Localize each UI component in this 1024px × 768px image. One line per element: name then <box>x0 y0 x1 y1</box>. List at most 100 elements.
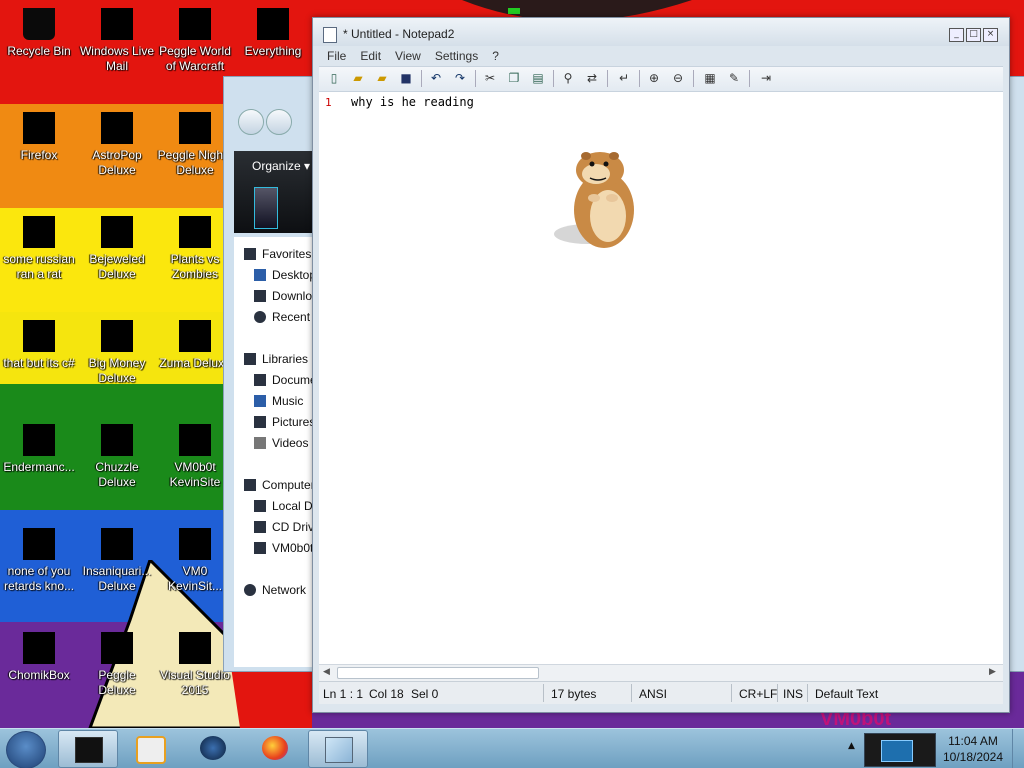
minimize-button[interactable]: _ <box>949 28 964 42</box>
notepad2-window[interactable]: * Untitled - Notepad2 _ □ × File Edit View… <box>312 17 1010 713</box>
menu-file[interactable]: File <box>319 46 352 63</box>
status-selection: Sel 0 <box>411 687 439 701</box>
menu-edit[interactable]: Edit <box>352 46 387 63</box>
save-icon[interactable]: ■ <box>399 71 413 85</box>
clock[interactable]: 11:04 AM 10/18/2024 <box>940 733 1006 765</box>
icon-label: Visual Studio 2015 <box>160 668 230 697</box>
scroll-left-arrow[interactable]: ◀ <box>323 667 330 677</box>
taskbar-globe-button[interactable] <box>184 730 242 766</box>
desktop-icon-big-money-deluxe[interactable]: Big Money Deluxe <box>78 314 156 386</box>
menu-help[interactable]: ? <box>484 46 505 63</box>
undo-icon[interactable]: ↶ <box>429 71 443 85</box>
maximize-button[interactable]: □ <box>966 28 981 42</box>
zoom-in-icon[interactable]: ⊕ <box>647 71 661 85</box>
desktop-icon-chuzzle-deluxe[interactable]: Chuzzle Deluxe <box>78 418 156 490</box>
game-icon <box>101 320 133 352</box>
start-button[interactable] <box>6 731 46 768</box>
menu-bar: File Edit View Settings? <box>319 46 1003 66</box>
tree-item-documents[interactable]: Documents <box>254 373 314 387</box>
firefox-icon <box>23 112 55 144</box>
tree-item-pictures[interactable]: Pictures <box>254 415 314 429</box>
zoom-out-icon[interactable]: ⊖ <box>671 71 685 85</box>
forward-button[interactable] <box>266 109 292 135</box>
desktop-icon-none-of-you[interactable]: none of you retards kno... <box>0 522 78 594</box>
cut-icon[interactable]: ✂ <box>483 71 497 85</box>
tree-item-favorites[interactable]: Favorites <box>244 247 311 261</box>
show-desktop-button[interactable] <box>1012 729 1024 768</box>
desktop-icon-recycle-bin[interactable]: Recycle Bin <box>0 2 78 59</box>
explorer-nav-buttons <box>232 105 312 141</box>
replace-icon[interactable]: ⇄ <box>585 71 599 85</box>
taskbar-firefox-button[interactable] <box>246 730 304 766</box>
tree-item-cd-drive[interactable]: CD Drive <box>254 520 314 534</box>
desktop-icon-russian-rat[interactable]: some russian ran a rat <box>0 210 78 282</box>
close-button[interactable]: × <box>983 28 998 42</box>
tree-item-libraries[interactable]: Libraries <box>244 352 308 366</box>
star-icon <box>244 248 256 260</box>
taskbar-notepad-button[interactable] <box>308 730 368 768</box>
desktop-icon-insaniquarium[interactable]: Insaniquari... Deluxe <box>78 522 156 594</box>
icon-label: that but its c# <box>3 356 75 370</box>
icon-label: Insaniquari... Deluxe <box>82 564 152 593</box>
organize-button[interactable]: Organize ▾ <box>252 159 310 173</box>
copy-icon[interactable]: ❐ <box>507 71 521 85</box>
system-tray[interactable] <box>864 733 936 767</box>
status-line-endings: CR+LF <box>739 687 778 701</box>
find-icon[interactable]: ⚲ <box>561 71 575 85</box>
tree-item-desktop[interactable]: Desktop <box>254 268 314 282</box>
desktop-icon-everything[interactable]: Everything <box>234 2 312 59</box>
horizontal-scrollbar[interactable]: ◀ ▶ <box>319 664 1003 681</box>
taskbar-explorer-button[interactable] <box>58 730 118 768</box>
tree-item-recent[interactable]: Recent Places <box>254 310 314 324</box>
show-hidden-icons-button[interactable]: ▲ <box>848 741 855 751</box>
scroll-right-arrow[interactable]: ▶ <box>989 667 996 677</box>
tree-item-label: Desktop <box>272 268 314 282</box>
file-icon <box>23 320 55 352</box>
tree-item-vm0b0t[interactable]: VM0b0t <box>254 541 313 555</box>
browse-icon[interactable]: ▰ <box>375 71 389 85</box>
desktop-icon-bejeweled-deluxe[interactable]: Bejeweled Deluxe <box>78 210 156 282</box>
icon-label: ChomikBox <box>8 668 70 682</box>
tree-item-videos[interactable]: Videos <box>254 436 308 450</box>
editor-text[interactable]: why is he reading <box>351 95 474 109</box>
icon-label: Peggle World of Warcraft <box>159 44 231 73</box>
icon-label: AstroPop Deluxe <box>92 148 142 177</box>
taskbar-media-player-button[interactable] <box>120 730 178 766</box>
status-mode: INS <box>783 687 804 701</box>
customize-scheme-icon[interactable]: ✎ <box>727 71 741 85</box>
redo-icon[interactable]: ↷ <box>453 71 467 85</box>
tree-item-computer[interactable]: Computer <box>244 478 314 492</box>
tree-item-label: VM0b0t <box>272 541 314 555</box>
paste-icon[interactable]: ▤ <box>531 71 545 85</box>
select-scheme-icon[interactable]: ▦ <box>703 71 717 85</box>
new-icon[interactable]: ▯ <box>327 71 341 85</box>
title-bar[interactable]: * Untitled - Notepad2 _ □ × <box>313 18 1009 46</box>
menu-view[interactable]: View <box>387 46 427 63</box>
tree-item-local-disk[interactable]: Local Disk <box>254 499 314 513</box>
editor-area[interactable]: 1 why is he reading <box>319 92 1003 664</box>
toolbar-separator <box>475 70 476 87</box>
network-icon <box>244 584 256 596</box>
back-button[interactable] <box>238 109 264 135</box>
line-number: 1 <box>325 96 332 109</box>
desktop-icon-peggle-world-of-warcraft[interactable]: Peggle World of Warcraft <box>156 2 234 74</box>
cd-drive-icon <box>254 521 266 533</box>
desktop-icon-endermanc[interactable]: Endermanc... <box>0 418 78 475</box>
tree-item-downloads[interactable]: Downloads <box>254 289 314 303</box>
tray-app-icon[interactable] <box>881 740 913 762</box>
desktop-icon-astropop-deluxe[interactable]: AstroPop Deluxe <box>78 106 156 178</box>
desktop-icon-windows-live-mail[interactable]: Windows Live Mail <box>78 2 156 74</box>
scrollbar-thumb[interactable] <box>337 667 539 679</box>
menu-settings[interactable]: Settings <box>427 46 484 63</box>
clock-date: 10/18/2024 <box>942 750 1004 764</box>
desktop-icon-peggle-deluxe[interactable]: Peggle Deluxe <box>78 626 156 698</box>
tree-item-network[interactable]: Network <box>244 583 306 597</box>
icon-label: Recycle Bin <box>7 44 71 58</box>
open-icon[interactable]: ▰ <box>351 71 365 85</box>
desktop-icon-chomikbox[interactable]: ChomikBox <box>0 626 78 683</box>
desktop-icon-firefox[interactable]: Firefox <box>0 106 78 163</box>
wordwrap-icon[interactable]: ↵ <box>617 71 631 85</box>
tree-item-music[interactable]: Music <box>254 394 303 408</box>
desktop-icon-that-but-csharp[interactable]: that but its c# <box>0 314 78 371</box>
exit-icon[interactable]: ⇥ <box>759 71 773 85</box>
